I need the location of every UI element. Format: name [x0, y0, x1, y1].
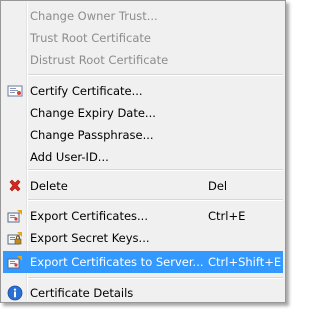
menu-item-label: Export Certificates to Server... [30, 255, 204, 269]
menu-item-label: Export Certificates... [30, 209, 148, 223]
menu-item-delete[interactable]: Delete Del [3, 175, 283, 197]
menu-item-certificate-details[interactable]: Certificate Details [3, 282, 283, 304]
menu-item-label: Delete [30, 179, 68, 193]
menu-separator [28, 199, 283, 201]
menu-item-label: Add User-ID... [30, 150, 109, 164]
menu-item-export-secret-keys[interactable]: Export Secret Keys... [3, 227, 283, 249]
menu-item-distrust-root-certificate[interactable]: Distrust Root Certificate [3, 49, 283, 71]
menu-item-export-certificates[interactable]: Export Certificates... Ctrl+E [3, 205, 283, 227]
menu-item-trust-root-certificate[interactable]: Trust Root Certificate [3, 27, 283, 49]
menu-item-shortcut: Del [208, 179, 228, 193]
menu-item-change-expiry-date[interactable]: Change Expiry Date... [3, 102, 283, 124]
certify-icon [7, 85, 23, 97]
menu-item-shortcut: Ctrl+Shift+E [208, 255, 282, 269]
menu-item-change-owner-trust[interactable]: Change Owner Trust... [3, 5, 283, 27]
menu-item-label: Certify Certificate... [30, 84, 143, 98]
menu-item-label: Certificate Details [30, 286, 134, 300]
menu-item-label: Change Expiry Date... [30, 106, 156, 120]
menu-item-export-certificates-to-server[interactable]: Export Certificates to Server... Ctrl+Sh… [3, 251, 283, 273]
menu-item-label: Change Passphrase... [30, 128, 154, 142]
delete-icon [9, 179, 21, 192]
menu-item-label: Export Secret Keys... [30, 231, 150, 245]
menu-item-certify-certificate[interactable]: Certify Certificate... [3, 80, 283, 102]
menu-item-label: Distrust Root Certificate [30, 53, 169, 67]
menu-item-shortcut: Ctrl+E [208, 209, 246, 223]
export-secret-icon [7, 232, 22, 245]
export-server-icon [7, 256, 22, 269]
export-icon [7, 210, 22, 223]
menu-item-label: Trust Root Certificate [30, 31, 151, 45]
menu-separator [28, 74, 283, 76]
menu-item-change-passphrase[interactable]: Change Passphrase... [3, 124, 283, 146]
menu-item-add-user-id[interactable]: Add User-ID... [3, 146, 283, 168]
info-icon [7, 285, 23, 301]
menu-separator [28, 277, 283, 279]
menu-separator [28, 169, 283, 171]
context-menu: Change Owner Trust... Trust Root Certifi… [0, 0, 286, 303]
menu-item-label: Change Owner Trust... [30, 9, 158, 23]
